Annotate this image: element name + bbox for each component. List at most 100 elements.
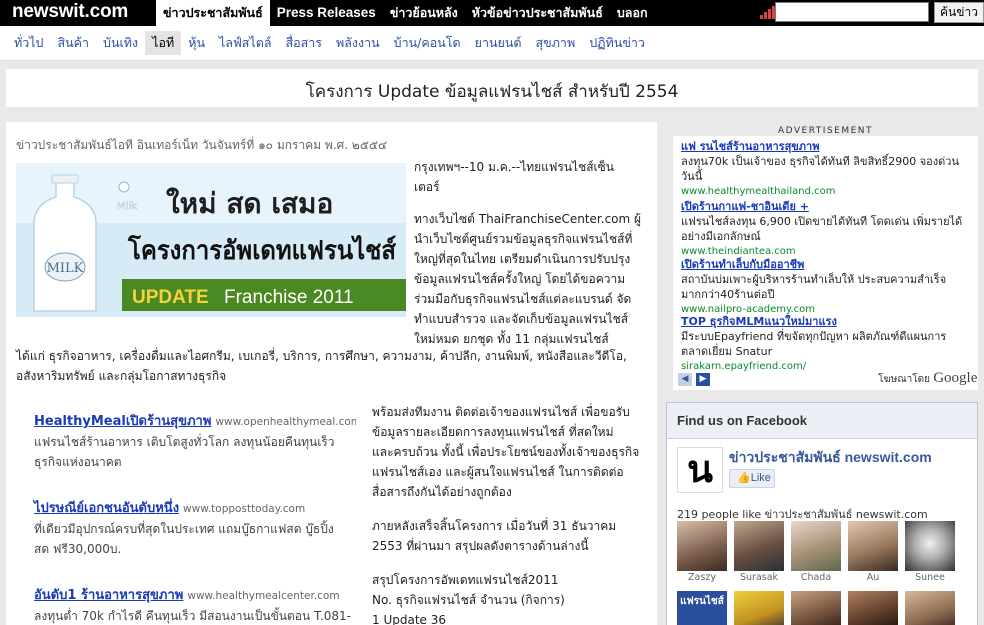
fan-avatar[interactable]: Au xyxy=(848,521,898,583)
facebook-fans-row-2: แฟรนไชส์ xyxy=(677,591,955,625)
inline-ad-title[interactable]: HealthyMealเปิดร้านสุขภาพ xyxy=(34,414,211,429)
topnav-blog[interactable]: บลอก xyxy=(610,0,655,26)
fan-avatar[interactable] xyxy=(791,591,841,625)
topnav-topics[interactable]: หัวข้อข่าวประชาสัมพันธ์ xyxy=(465,0,610,26)
category-it[interactable]: ไอที xyxy=(145,31,182,55)
category-stocks[interactable]: หุ้น xyxy=(181,31,212,55)
avatar xyxy=(905,591,955,625)
banner-top-text: ใหม่ สด เสมอ xyxy=(166,187,333,220)
fan-avatar[interactable]: Sunee xyxy=(905,521,955,583)
category-health[interactable]: สุขภาพ xyxy=(529,31,583,55)
sidebar-ad-desc: ตลาดเยี่ยม Snatur xyxy=(681,345,773,358)
inline-ad-desc: ธุรกิจแห่งอนาคต xyxy=(34,455,122,469)
fan-avatar[interactable]: แฟรนไชส์ xyxy=(677,591,727,625)
article-line: นำเว็บไซต์ศูนย์รวมข้อมูลธุรกิจแฟรนไชส์ที… xyxy=(414,232,633,246)
sidebar-ad[interactable]: เปิดร้านทำเล็บกับมืออาชีพ สถาบันบ่มเพาะผ… xyxy=(681,257,971,317)
fan-avatar[interactable] xyxy=(848,591,898,625)
banner-graphic: MILK Milk ใหม่ สด เสมอ โครงการอัพเดทแฟรน… xyxy=(16,163,406,317)
category-products[interactable]: สินค้า xyxy=(50,31,96,55)
inline-ad-url[interactable]: www.openhealthymeal.com/sm xyxy=(215,416,356,428)
fan-avatar[interactable]: Surasak xyxy=(734,521,784,583)
fan-name: Sunee xyxy=(915,572,945,583)
sidebar-ad[interactable]: เปิดร้านกาแฟ-ชาอินเดีย + แฟรนไชส์ลงทุน 6… xyxy=(681,199,971,259)
sidebar-ad-url[interactable]: www.healthymealthailand.com xyxy=(681,184,971,199)
fan-name: Au xyxy=(866,572,880,583)
fan-name: Surasak xyxy=(739,572,779,583)
topnav-pr-thai[interactable]: ข่าวประชาสัมพันธ์ xyxy=(156,0,270,26)
article-line: กรุงเทพฯ--10 ม.ค.--ไทยแฟรนไชส์เซ็น xyxy=(414,160,615,174)
milk-small-label: Milk xyxy=(117,201,137,212)
google-logo: Google xyxy=(933,370,978,386)
facebook-like-box: Find us on Facebook น ข่าวประชาสัมพันธ์ … xyxy=(666,402,978,625)
article-body: ข่าวประชาสัมพันธ์ไอที อินเทอร์เน็ท วันจั… xyxy=(6,122,657,625)
top-nav: ข่าวประชาสัมพันธ์ Press Releases ข่าวย้อ… xyxy=(156,0,655,26)
sidebar-ad-title[interactable]: แฟ รนไชส์ร้านอาหารสุขภาพ xyxy=(681,139,971,154)
avatar xyxy=(734,521,784,571)
category-communication[interactable]: สื่อสาร xyxy=(279,31,330,55)
fan-name: Zaszy xyxy=(688,572,716,583)
fan-avatar[interactable]: Zaszy xyxy=(677,521,727,583)
franchise-banner-image: MILK Milk ใหม่ สด เสมอ โครงการอัพเดทแฟรน… xyxy=(16,163,406,317)
avatar xyxy=(848,521,898,571)
inline-ad[interactable]: ไปรษณีย์เอกชนอันดับหนึ่ง www.topposttoday… xyxy=(34,498,364,559)
category-general[interactable]: ทั่วไป xyxy=(7,31,50,55)
site-logo[interactable]: newswit.com xyxy=(12,1,128,23)
inline-ad-title[interactable]: อันดับ1 ร้านอาหารสุขภาพ xyxy=(34,588,183,603)
search-button[interactable]: ค้นข่าว xyxy=(934,2,984,23)
category-lifestyle[interactable]: ไลฟ์สไตล์ xyxy=(212,31,279,55)
top-navigation-bar: newswit.com ข่าวประชาสัมพันธ์ Press Rele… xyxy=(0,0,984,26)
facebook-like-label: Like xyxy=(750,472,771,484)
article-line: ได้แก่ ธุรกิจอาหาร, เครื่องดื่มและไอศกรี… xyxy=(16,349,627,363)
article-line: แฟรนไชส์เอง และผู้สนใจแฟรนไชส์ ในการติดต… xyxy=(372,465,624,479)
sidebar-ad[interactable]: แฟ รนไชส์ร้านอาหารสุขภาพ ลงทุน70k เป็นเจ… xyxy=(681,139,971,199)
category-automotive[interactable]: ยานยนต์ xyxy=(468,31,529,55)
sidebar-ad[interactable]: TOP ธุรกิจMLMแนวใหม่มาแรง มีระบบEpayfrie… xyxy=(681,314,971,374)
topnav-press-releases[interactable]: Press Releases xyxy=(270,0,383,26)
category-calendar[interactable]: ปฏิทินข่าว xyxy=(582,31,652,55)
facebook-page-name[interactable]: ข่าวประชาสัมพันธ์ newswit.com xyxy=(729,447,932,469)
category-energy[interactable]: พลังงาน xyxy=(329,31,387,55)
fan-avatar[interactable] xyxy=(734,591,784,625)
avatar xyxy=(734,591,784,625)
article-line: ทางเว็บไซต์ ThaiFranchiseCenter.com ผู้ xyxy=(414,212,642,226)
fan-avatar[interactable] xyxy=(905,591,955,625)
article-line: ทำแบบสำรวจ และจัดเก็บข้อมูลแฟรนไชส์ xyxy=(414,312,629,326)
ads-by-prefix: โฆษณาโดย xyxy=(878,374,931,385)
sidebar-ad-box: แฟ รนไชส์ร้านอาหารสุขภาพ ลงทุน70k เป็นเจ… xyxy=(673,136,978,390)
inline-ad-url[interactable]: www.topposttoday.com xyxy=(183,503,305,515)
inline-ad-desc: สด ฟรี30,000บ. xyxy=(34,542,122,556)
article-line: และครบถ้วน ทั้งนี้ เพื่อประโยชน์ของทั้งเ… xyxy=(372,445,640,459)
banner-main-text: โครงการอัพเดทแฟรนไชส์ xyxy=(127,234,396,266)
inline-ad-title[interactable]: ไปรษณีย์เอกชนอันดับหนึ่ง xyxy=(34,501,179,516)
ads-by-google[interactable]: โฆษณาโดย Google xyxy=(878,370,977,387)
article-line: ภายหลังเสร็จสิ้นโครงการ เมื่อวันที่ 31 ธ… xyxy=(372,519,617,533)
avatar xyxy=(791,591,841,625)
article-line xyxy=(372,502,655,516)
article-line: อสังหาริมทรัพย์ และกลุ่มโอกาสทางธุรกิจ xyxy=(16,369,227,383)
facebook-box-header: Find us on Facebook xyxy=(667,403,977,439)
category-property[interactable]: บ้าน/คอนโด xyxy=(387,31,468,55)
inline-ad[interactable]: อันดับ1 ร้านอาหารสุขภาพ www.healthymealce… xyxy=(34,585,364,625)
facebook-like-button[interactable]: 👍Like xyxy=(729,469,775,488)
headline-box: โครงการ Update ข้อมูลแฟรนไชส์ สำหรับปี 2… xyxy=(6,69,978,107)
facebook-box-title: Find us on Facebook xyxy=(677,413,808,428)
thumbs-up-icon: 👍 xyxy=(737,472,751,484)
category-entertainment[interactable]: บันเทิง xyxy=(96,31,145,55)
article-line: ร่วมมือกับธุรกิจแฟรนไชส์แต่ละแบรนด์ จัด xyxy=(414,292,632,306)
advertisement-label: ADVERTISEMENT xyxy=(777,126,874,136)
sidebar-ad-desc: อย่างมีเอกลักษณ์ xyxy=(681,230,761,243)
article-line: 1 Update 36 xyxy=(372,613,446,625)
sidebar-ad-title[interactable]: เปิดร้านทำเล็บกับมืออาชีพ xyxy=(681,257,971,272)
sidebar-ad-title[interactable]: เปิดร้านกาแฟ-ชาอินเดีย + xyxy=(681,199,971,214)
sidebar-ad-desc: มากกว่า40ร้านต่อปี xyxy=(681,288,775,301)
inline-ad[interactable]: HealthyMealเปิดร้านสุขภาพ www.openhealthy… xyxy=(34,411,364,472)
topnav-archive[interactable]: ข่าวย้อนหลัง xyxy=(383,0,465,26)
inline-ad-url[interactable]: www.healthymealcenter.com xyxy=(187,590,339,602)
ads-next-arrow-icon[interactable]: ▶ xyxy=(696,373,710,386)
article-line xyxy=(414,197,654,209)
search-input[interactable] xyxy=(775,2,929,22)
sidebar-ad-title[interactable]: TOP ธุรกิจMLMแนวใหม่มาแรง xyxy=(681,314,971,329)
ads-prev-arrow-icon[interactable]: ◀ xyxy=(678,373,692,386)
page-avatar[interactable]: น xyxy=(677,447,723,493)
fan-avatar[interactable]: Chada xyxy=(791,521,841,583)
